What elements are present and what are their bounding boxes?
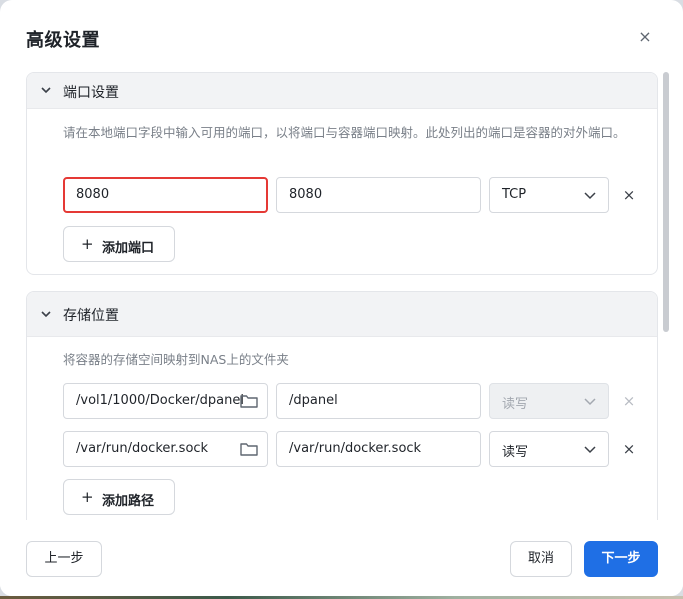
dialog-title: 高级设置 <box>26 30 100 51</box>
port-settings-header[interactable]: 端口设置 <box>27 73 657 109</box>
previous-step-button[interactable]: 上一步 <box>26 541 102 577</box>
chevron-down-icon <box>584 192 596 200</box>
add-path-button[interactable]: + 添加路径 <box>63 479 175 515</box>
dialog-header: 高级设置 × <box>0 0 683 72</box>
plus-icon: + <box>81 235 94 253</box>
add-port-label: 添加端口 <box>102 241 155 256</box>
chevron-down-icon[interactable] <box>39 307 53 321</box>
remove-path-icon[interactable]: × <box>621 441 637 457</box>
chevron-down-icon <box>584 398 596 406</box>
folder-icon[interactable] <box>239 439 259 459</box>
chevron-down-icon <box>584 446 596 454</box>
mount-mode-select[interactable]: 读写 <box>489 431 609 467</box>
storage-description: 将容器的存储空间映射到NAS上的文件夹 <box>63 352 289 367</box>
scrollbar-thumb[interactable] <box>663 72 669 332</box>
container-port-input[interactable]: 8080 <box>276 177 481 213</box>
next-step-button[interactable]: 下一步 <box>584 541 658 577</box>
mount-mode-select: 读写 <box>489 383 609 419</box>
host-path-input[interactable]: /var/run/docker.sock <box>63 431 268 467</box>
port-settings-title: 端口设置 <box>63 85 119 101</box>
close-icon[interactable]: × <box>634 26 656 48</box>
chevron-down-icon[interactable] <box>39 83 53 97</box>
protocol-select[interactable]: TCP <box>489 177 609 213</box>
container-path-input[interactable]: /var/run/docker.sock <box>276 431 481 467</box>
add-port-button[interactable]: + 添加端口 <box>63 226 175 262</box>
host-path-input[interactable]: /vol1/1000/Docker/dpanel <box>63 383 268 419</box>
port-settings-description: 请在本地端口字段中输入可用的端口，以将端口与容器端口映射。此处列出的端口是容器的… <box>63 125 626 140</box>
cancel-button[interactable]: 取消 <box>510 541 572 577</box>
mount-mode-value: 读写 <box>502 445 529 460</box>
folder-icon[interactable] <box>239 391 259 411</box>
storage-title: 存储位置 <box>63 308 119 324</box>
remove-path-icon: × <box>622 392 636 410</box>
storage-section: 存储位置 将容器的存储空间映射到NAS上的文件夹 /vol1/1000/Dock… <box>26 291 658 520</box>
settings-scroll-area[interactable]: 端口设置 请在本地端口字段中输入可用的端口，以将端口与容器端口映射。此处列出的端… <box>0 72 683 520</box>
container-path-input[interactable]: /dpanel <box>276 383 481 419</box>
local-port-input[interactable]: 8080 <box>63 177 268 213</box>
protocol-select-value: TCP <box>502 187 527 202</box>
dialog-footer: 上一步 取消 下一步 <box>0 520 683 596</box>
mount-mode-value: 读写 <box>502 397 529 412</box>
storage-header[interactable]: 存储位置 <box>27 292 657 337</box>
plus-icon: + <box>81 488 94 506</box>
advanced-settings-dialog: 高级设置 × 端口设置 请在本地端口字段中输入可用的端口，以将端口与容器端口映射… <box>0 0 683 596</box>
port-settings-section: 端口设置 请在本地端口字段中输入可用的端口，以将端口与容器端口映射。此处列出的端… <box>26 72 658 275</box>
add-path-label: 添加路径 <box>102 494 155 509</box>
remove-port-icon[interactable]: × <box>621 187 637 203</box>
